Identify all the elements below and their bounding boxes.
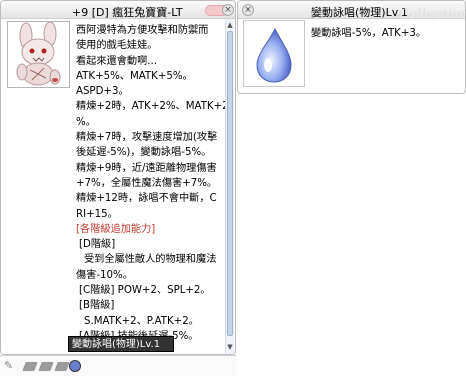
bottom-toolbar: ✎ [0,355,236,376]
desc-line: [C階級] POW+2、SPL+2。 [79,285,211,297]
bunny-doll-icon [16,22,61,86]
desc-line: 使用的戲毛娃娃。 [76,40,158,52]
item-info-window: +9 [D] 瘋狂兔寶寶-LT × 西阿漫特為方便攻擊和防禦而 使用的戲毛娃娃。… [0,0,236,355]
scrollbar-thumb[interactable] [227,31,233,336]
desc-line: 精煉+2時，ATK+2%、MATK+2 [76,101,229,113]
desc-line: 後延遲-5%)，變動詠唱-5%。 [76,147,212,159]
skill-icon-box [243,20,305,87]
scroll-down-icon[interactable]: ▼ [226,343,234,351]
desc-line: 西阿漫特為方便攻擊和防禦而 [76,25,209,36]
close-icon[interactable]: × [242,4,254,16]
desc-line: %。 [76,116,96,128]
card-slot-icon[interactable] [22,362,38,371]
desc-line: 精煉+9時，近/遠距離物理傷害 [76,162,217,174]
skill-description: 變動詠唱-5%，ATK+3。 [311,28,427,39]
scroll-up-icon[interactable]: ▲ [226,21,234,29]
desc-line: 傷害-10%。 [76,269,133,281]
enchant-orb-icon[interactable] [69,360,81,372]
card-slot-icon[interactable] [54,362,70,371]
item-window-title: +9 [D] 瘋狂兔寶寶-LT [72,6,183,19]
close-icon[interactable]: × [222,4,234,16]
grade-section-header: [各階級追加能力] [76,223,156,235]
item-portrait [7,21,70,88]
desc-line: [B階級] [79,300,115,312]
pencil-icon[interactable]: ✎ [4,359,13,372]
desc-line: 精煉+7時，攻擊速度增加(攻擊 [76,132,218,144]
water-drop-icon [256,27,292,83]
desc-line: 精煉+12時，詠唱不會中斷，C [76,193,217,205]
card-slot-icon[interactable] [38,362,54,371]
desc-line: +7%，全屬性魔法傷害+7%。 [76,177,218,189]
skill-window-title: 變動詠唱(物理)Lv.1 [311,6,408,19]
item-description: 西阿漫特為方便攻擊和防禦而 使用的戲毛娃娃。 看起來還會動啊... ATK+5%… [76,23,229,344]
watermark-text: Collections [398,7,466,23]
desc-line: 看起來還會動啊... [76,55,158,67]
desc-line: ATK+5%、MATK+5%。 [76,70,193,82]
desc-line: RI+15。 [76,208,118,220]
skill-tooltip: 變動詠唱(物理)Lv.1 [68,336,174,352]
item-scrollbar[interactable]: ▲ ▼ [225,19,234,354]
item-window-titlebar[interactable]: +9 [D] 瘋狂兔寶寶-LT × [1,1,235,19]
desc-line: S.MATK+2、P.ATK+2。 [84,315,199,327]
desc-line: 受到全屬性敵人的物理和魔法 [84,254,217,266]
desc-line: [D階級] [79,239,116,251]
desc-line: ASPD+3。 [76,86,129,98]
